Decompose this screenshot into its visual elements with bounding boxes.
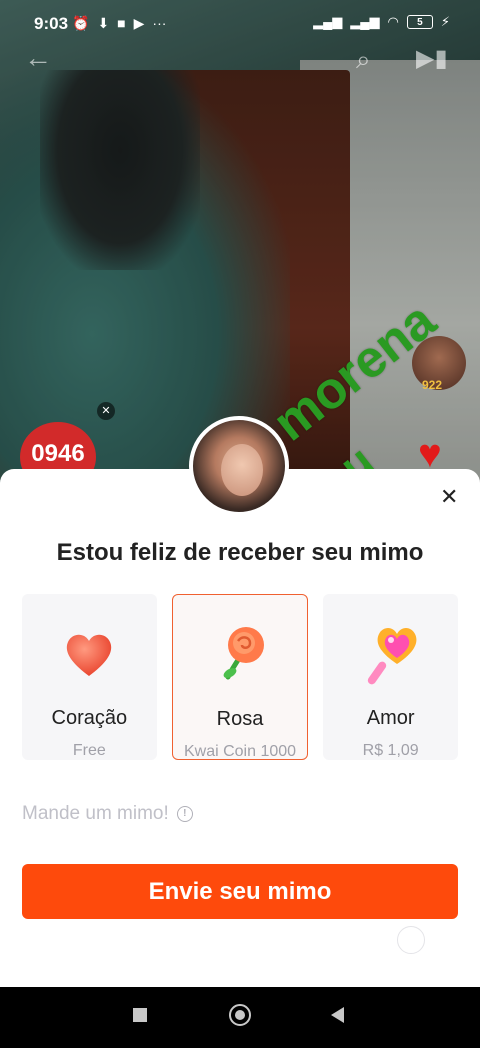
status-left-icons: ⏰ ⬇ ■ ▶ ··· — [72, 15, 166, 32]
home-icon[interactable] — [229, 1004, 251, 1026]
gift-card-coracao[interactable]: Coração Free — [22, 594, 157, 760]
alarm-icon: ⏰ — [72, 15, 90, 31]
gift-card-amor[interactable]: Amor R$ 1,09 — [323, 594, 459, 760]
sheet-title: Estou feliz de receber seu mimo — [56, 539, 424, 566]
battery-icon: 5 — [406, 15, 433, 29]
close-icon[interactable]: ✕ — [97, 402, 115, 420]
heart-gift-icon — [22, 622, 157, 686]
info-icon[interactable]: ! — [176, 806, 193, 822]
signal-icon: ▂▄▆ — [313, 14, 343, 29]
status-time: 9:03 — [34, 14, 69, 33]
sheet-close-icon[interactable]: ✕ — [440, 484, 458, 510]
gift-price: Free — [72, 742, 106, 759]
gift-name: Coração — [51, 707, 128, 729]
rose-gift-icon — [173, 623, 308, 687]
gift-price: R$ 1,09 — [362, 742, 419, 759]
avatar-face — [221, 444, 263, 496]
video-camera-icon: ■ — [117, 15, 126, 31]
gift-name: Amor — [366, 707, 415, 729]
signal-icon-2: ▂▄▆ — [350, 14, 380, 29]
gift-name: Rosa — [216, 708, 264, 730]
gift-price: Kwai Coin 1000 — [183, 743, 297, 760]
status-right-icons: ▂▄▆ ▂▄▆ ◠ 5 ⚡ — [313, 14, 450, 30]
streamer-avatar — [189, 416, 289, 516]
back-arrow-icon[interactable]: ← — [24, 42, 52, 74]
youtube-icon: ▶ — [133, 15, 145, 31]
recents-icon[interactable] — [133, 1008, 147, 1022]
cast-icon[interactable]: ▶▮ — [416, 44, 448, 73]
hint-text: Mande um mimo! — [22, 803, 169, 824]
download-icon: ⬇ — [97, 15, 110, 31]
send-gift-button[interactable]: Envie seu mimo — [22, 864, 458, 919]
more-dots-icon: ··· — [152, 15, 167, 31]
search-icon[interactable]: ⌕ — [356, 44, 371, 76]
assistive-touch-icon[interactable] — [397, 926, 425, 954]
wifi-icon: ◠ — [387, 14, 399, 29]
gift-card-rosa[interactable]: Rosa Kwai Coin 1000 — [171, 594, 309, 760]
gift-hint: Mande um mimo! ! — [22, 803, 193, 825]
viewer-count: 922 — [422, 378, 443, 392]
like-heart-icon[interactable]: ♥ — [418, 434, 442, 474]
charging-icon: ⚡ — [440, 14, 450, 29]
status-bar: 9:03 ⏰ ⬇ ■ ▶ ··· ▂▄▆ ▂▄▆ ◠ 5 ⚡ — [0, 0, 480, 50]
system-nav-bar — [0, 987, 480, 1048]
gift-list: Coração Free Rosa Kwai Coin 1000 Amor R$… — [22, 594, 459, 760]
heart-wand-gift-icon — [323, 622, 458, 686]
back-icon[interactable] — [331, 1007, 344, 1023]
